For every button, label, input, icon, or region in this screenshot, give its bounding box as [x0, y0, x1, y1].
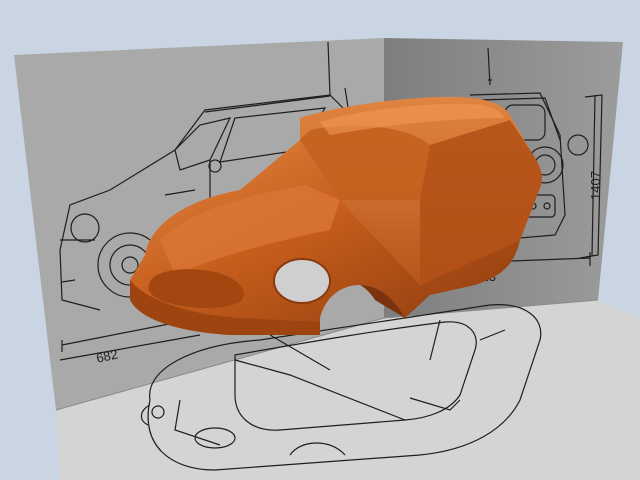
cad-blueprint-scene: 682 1913 1407: [0, 0, 640, 480]
height-label: 1407: [588, 171, 603, 200]
headlight-opening: [273, 258, 331, 304]
